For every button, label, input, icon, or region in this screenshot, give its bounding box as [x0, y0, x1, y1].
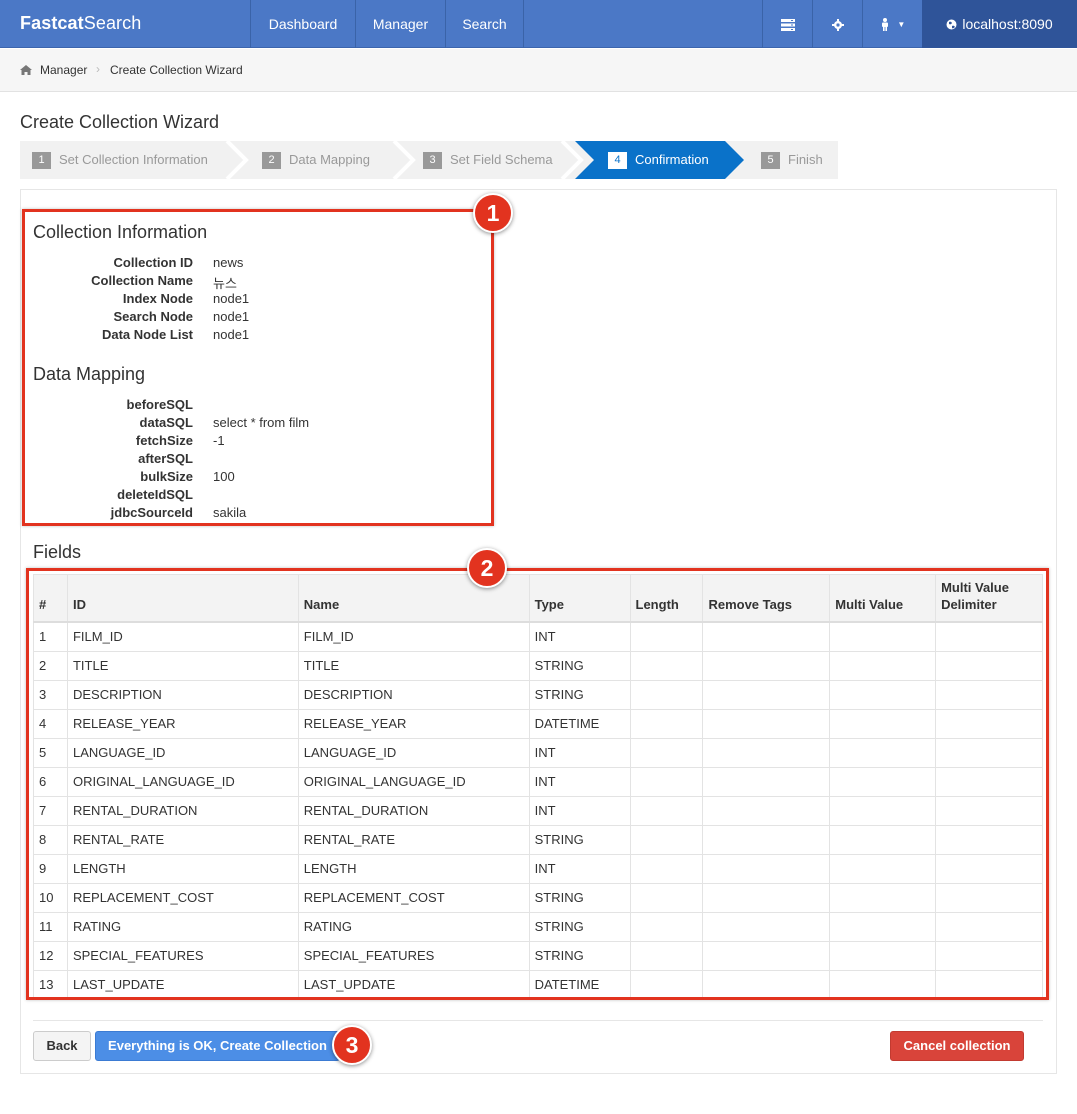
chevron-down-icon: ▼: [897, 19, 906, 29]
host-selector[interactable]: localhost:8090: [922, 0, 1077, 48]
top-navbar: FastcatSearch Dashboard Manager Search ▼…: [0, 0, 1077, 48]
chevron-right-icon: ›: [96, 62, 100, 76]
annotation-marker-2: 2: [467, 548, 507, 588]
breadcrumb-manager[interactable]: Manager: [40, 63, 87, 77]
create-collection-button[interactable]: Everything is OK, Create Collection: [95, 1031, 340, 1061]
globe-icon: [946, 1, 957, 49]
wizard-step-5[interactable]: 5 Finish: [761, 141, 823, 179]
breadcrumb-current: Create Collection Wizard: [110, 63, 243, 77]
annotation-box-1: [22, 209, 494, 526]
wizard-step-4[interactable]: 4 Confirmation: [608, 141, 709, 179]
wizard-separator: [560, 141, 584, 179]
nav-manager[interactable]: Manager: [355, 0, 445, 48]
wizard-step-1[interactable]: 1 Set Collection Information: [32, 141, 208, 179]
back-button[interactable]: Back: [33, 1031, 91, 1061]
page-title: Create Collection Wizard: [20, 112, 220, 132]
footer-divider: [33, 1020, 1043, 1021]
gear-icon[interactable]: [812, 0, 862, 48]
cancel-collection-button[interactable]: Cancel collection: [890, 1031, 1024, 1061]
home-icon[interactable]: [20, 64, 32, 78]
wizard-separator: [392, 141, 416, 179]
annotation-box-2: [26, 568, 1049, 1000]
wizard-steps: 1 Set Collection Information 2 Data Mappin…: [20, 141, 838, 179]
host-label: localhost:8090: [962, 16, 1053, 32]
brand-logo[interactable]: FastcatSearch: [20, 13, 141, 34]
annotation-marker-1: 1: [473, 193, 513, 233]
annotation-marker-3: 3: [332, 1025, 372, 1065]
nav-search[interactable]: Search: [445, 0, 524, 48]
breadcrumb: Manager › Create Collection Wizard: [0, 49, 1077, 92]
fields-title: Fields: [33, 542, 82, 562]
wizard-separator: [225, 141, 249, 179]
wizard-step-2[interactable]: 2 Data Mapping: [262, 141, 370, 179]
server-icon[interactable]: [762, 0, 812, 48]
wizard-step-3[interactable]: 3 Set Field Schema: [423, 141, 553, 179]
user-icon[interactable]: ▼: [862, 0, 922, 48]
nav-dashboard[interactable]: Dashboard: [250, 0, 355, 48]
